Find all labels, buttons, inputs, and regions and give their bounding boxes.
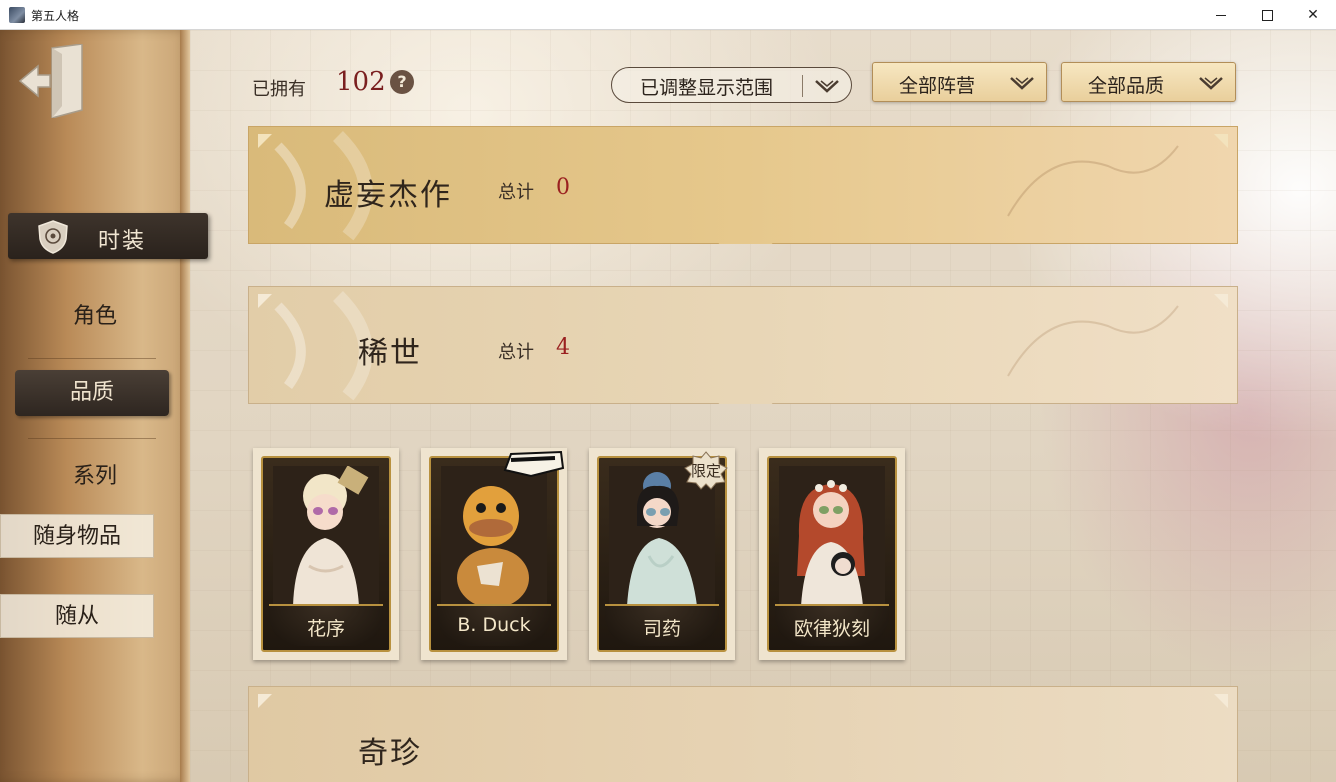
dropdown-label: 全部品质: [1088, 75, 1165, 97]
card-name-plate: B. Duck: [437, 604, 551, 646]
category-banner-treasure[interactable]: 奇珍: [248, 686, 1238, 782]
card-name: 司药: [642, 618, 681, 640]
dropdown-label: 已调整显示范围: [640, 77, 774, 99]
window-title: 第五人格: [31, 9, 80, 23]
card-inner: 欧律狄刻: [767, 456, 897, 652]
sidebar-divider: [28, 358, 156, 359]
sidebar-item-role[interactable]: 角色: [40, 298, 150, 332]
category-count: 0: [556, 175, 570, 200]
costume-card[interactable]: 欧律狄刻: [759, 448, 905, 660]
sidebar-item-label: 随从: [54, 604, 99, 629]
category-name: 奇珍: [358, 736, 422, 771]
minimize-button[interactable]: [1198, 0, 1244, 30]
shield-emblem-icon: [38, 220, 68, 254]
sidebar-item-quality[interactable]: 品质: [15, 370, 169, 416]
game-viewport: 时装 角色 品质 系列 随身物品 随从 已拥有 102 ? 已调整显示范围 全部…: [0, 30, 1336, 782]
category-total-label: 总计: [498, 182, 534, 203]
card-name: B. Duck: [457, 614, 531, 636]
sidebar-item-label: 系列: [72, 464, 117, 489]
badge-label: 限定: [690, 462, 721, 480]
character-portrait: [441, 466, 547, 606]
character-portrait: [779, 466, 885, 606]
chevron-down-icon: [815, 80, 839, 93]
card-name-plate: 花序: [269, 604, 383, 646]
card-name-plate: 欧律狄刻: [775, 604, 889, 646]
costume-card[interactable]: 司药 限定: [589, 448, 735, 660]
sidebar-item-followers[interactable]: 随从: [0, 594, 154, 638]
sidebar-item-series[interactable]: 系列: [40, 458, 150, 492]
category-name: 虚妄杰作: [324, 178, 452, 213]
maximize-button[interactable]: [1244, 0, 1290, 30]
card-name: 欧律狄刻: [793, 618, 870, 640]
help-icon[interactable]: ?: [390, 70, 414, 94]
sidebar-item-label: 随身物品: [32, 524, 121, 549]
dropdown-separator: [802, 75, 803, 97]
camp-filter-dropdown[interactable]: 全部阵营: [872, 62, 1047, 102]
card-inner: 花序: [261, 456, 391, 652]
costume-card[interactable]: 花序: [253, 448, 399, 660]
sidebar-item-accessories[interactable]: 随身物品: [0, 514, 154, 558]
sidebar-item-label: 角色: [72, 304, 117, 329]
dropdown-label: 全部阵营: [899, 75, 976, 97]
close-button[interactable]: ✕: [1290, 0, 1336, 30]
category-count: 4: [556, 335, 570, 360]
card-name-plate: 司药: [605, 604, 719, 646]
owned-count: 102: [336, 67, 386, 97]
sidebar-item-label: 时装: [98, 229, 147, 254]
quality-filter-dropdown[interactable]: 全部品质: [1061, 62, 1236, 102]
chevron-down-icon: [1010, 77, 1034, 90]
bduck-logo-badge: [501, 450, 567, 480]
chevron-down-icon: [1199, 77, 1223, 90]
limited-badge: 限定: [681, 450, 731, 490]
bduck-logo-icon: [503, 450, 565, 478]
sidebar-item-label: 品质: [69, 380, 114, 405]
card-inner: B. Duck: [429, 456, 559, 652]
card-name: 花序: [306, 618, 345, 640]
sidebar-item-costume[interactable]: 时装: [8, 213, 208, 259]
category-name: 稀世: [358, 336, 422, 371]
window-titlebar: 第五人格 ✕: [0, 0, 1336, 30]
exit-icon[interactable]: [16, 44, 86, 118]
owned-label: 已拥有: [252, 79, 306, 100]
category-banner-masterpiece[interactable]: 虚妄杰作 总计 0: [248, 126, 1238, 244]
app-icon: [9, 7, 25, 23]
display-range-dropdown[interactable]: 已调整显示范围: [611, 67, 852, 103]
costume-card[interactable]: B. Duck: [421, 448, 567, 660]
category-banner-rare[interactable]: 稀世 总计 4: [248, 286, 1238, 404]
character-portrait: [273, 466, 379, 606]
sidebar-divider: [28, 438, 156, 439]
category-total-label: 总计: [498, 342, 534, 363]
